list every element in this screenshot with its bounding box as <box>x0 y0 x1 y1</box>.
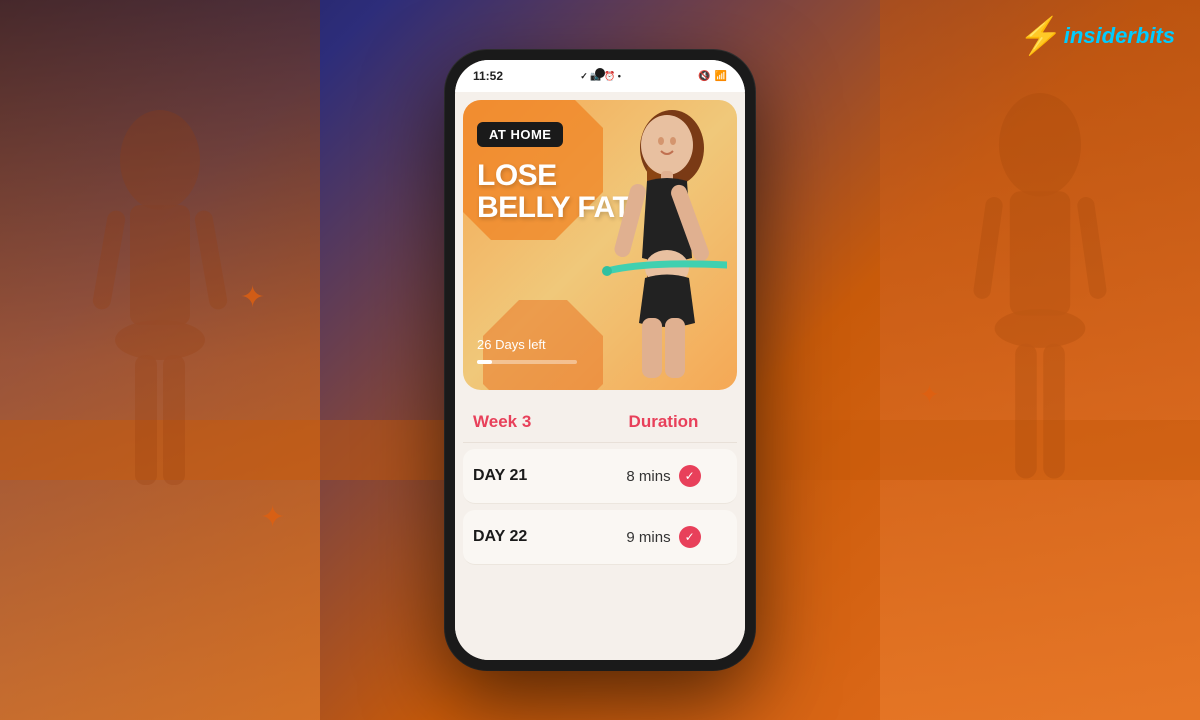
star-icon-left-bottom: ✦ <box>260 500 285 535</box>
day-22-duration: 9 mins ✓ <box>600 526 727 548</box>
bg-figure-left <box>40 100 280 600</box>
woman-figure <box>572 100 737 390</box>
phone-frame: 11:52 ✓ 📷 ⏰ • 🔇 📶 AT HOME LOSE <box>445 50 755 670</box>
progress-bar-fill <box>477 360 492 364</box>
day-row-21[interactable]: DAY 21 8 mins ✓ <box>463 449 737 504</box>
star-icon-left-top: ✦ <box>240 280 265 315</box>
content-area: Week 3 Duration DAY 21 8 mins ✓ DAY 22 9… <box>455 398 745 660</box>
day-22-name: DAY 22 <box>473 528 600 546</box>
week-header-row: Week 3 Duration <box>463 398 737 443</box>
at-home-badge: AT HOME <box>477 122 563 147</box>
status-icons-right: 🔇 📶 <box>698 71 727 82</box>
hero-card: AT HOME LOSE BELLY FAT 26 Days left <box>463 100 737 390</box>
day-21-duration: 8 mins ✓ <box>600 465 727 487</box>
day-21-name: DAY 21 <box>473 467 600 485</box>
bg-figure-right <box>910 80 1170 620</box>
insiderbits-logo: ⚡ insiderbits <box>1019 18 1175 54</box>
logo-text: insiderbits <box>1064 23 1175 49</box>
logo-text-bits: bits <box>1136 23 1175 48</box>
week-label: Week 3 <box>473 412 600 432</box>
progress-bar-bg <box>477 360 577 364</box>
day-22-check-icon: ✓ <box>679 526 701 548</box>
duration-header-label: Duration <box>600 412 727 432</box>
bolt-icon: ⚡ <box>1019 18 1064 54</box>
day-21-duration-text: 8 mins <box>626 468 670 485</box>
mute-icon: 🔇 <box>698 71 710 82</box>
logo-text-insider: insider <box>1064 23 1136 48</box>
camera-cutout <box>595 68 605 78</box>
days-left-text: 26 Days left <box>477 337 546 352</box>
day-row-22[interactable]: DAY 22 9 mins ✓ <box>463 510 737 565</box>
wifi-icon: 📶 <box>715 71 727 82</box>
day-21-check-icon: ✓ <box>679 465 701 487</box>
phone-screen: 11:52 ✓ 📷 ⏰ • 🔇 📶 AT HOME LOSE <box>455 60 745 660</box>
phone-mockup: 11:52 ✓ 📷 ⏰ • 🔇 📶 AT HOME LOSE <box>445 50 755 670</box>
status-time: 11:52 <box>473 69 503 83</box>
day-22-duration-text: 9 mins <box>626 529 670 546</box>
star-icon-right: ✦ <box>919 380 940 410</box>
